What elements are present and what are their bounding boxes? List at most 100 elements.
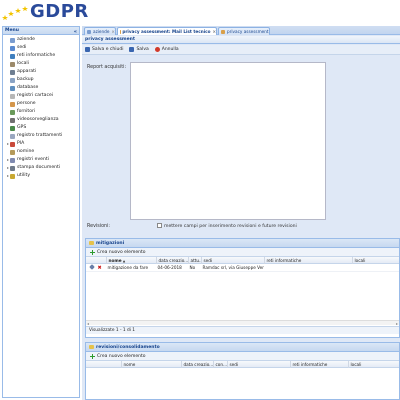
- report-label: Report acquisiti:: [87, 65, 127, 70]
- column-header-nome[interactable]: nome ▲: [106, 257, 156, 264]
- sidebar-item-aziende[interactable]: aziende: [3, 36, 79, 44]
- tab-aziende[interactable]: aziende ×: [84, 27, 116, 35]
- supplier-icon: [10, 109, 15, 115]
- sidebar-item-label: locali: [17, 61, 29, 66]
- actions-column-header: [86, 257, 106, 264]
- sidebar-title: Menu «: [3, 27, 79, 35]
- cancel-label: Annulla: [161, 47, 179, 52]
- column-header-data[interactable]: data creazio...: [156, 257, 188, 264]
- save-button[interactable]: Salva: [129, 47, 149, 52]
- sidebar-item-label: aziende: [17, 37, 35, 42]
- form-toolbar: Salva e chiudi Salva Annulla: [82, 45, 400, 55]
- column-header-sedi[interactable]: sedi: [227, 361, 290, 368]
- sidebar-item-label: backup: [17, 77, 34, 82]
- column-header-locali[interactable]: locali: [348, 361, 400, 368]
- pia-icon: [10, 141, 15, 147]
- revisioni-checkbox[interactable]: [157, 223, 162, 228]
- mitigazioni-header: mitigazioni: [86, 239, 399, 248]
- gps-icon: [10, 125, 15, 131]
- revisioni-label: Revisioni:: [87, 224, 110, 229]
- tab-privacy-assessment-mail-list[interactable]: privacy assessment: Mail List tecnico ×: [117, 27, 217, 35]
- tab-label: aziende: [93, 29, 110, 34]
- cancel-button[interactable]: Annulla: [154, 47, 179, 52]
- column-header-nome[interactable]: nome: [121, 361, 181, 368]
- column-header-sedi[interactable]: sedi: [201, 257, 264, 264]
- sidebar-item-label: registro trattamenti: [17, 133, 63, 138]
- sidebar-item-pia[interactable]: ▸ PIA: [3, 140, 79, 148]
- print-icon: [10, 165, 15, 171]
- sidebar-item-label: registri cartacei: [17, 93, 54, 98]
- room-icon: [10, 61, 15, 67]
- column-header-data[interactable]: data creazio...: [181, 361, 213, 368]
- main-content: aziende × privacy assessment: Mail List …: [82, 26, 400, 400]
- column-header-consolidato[interactable]: con...: [213, 361, 227, 368]
- save-label: Salva: [136, 47, 149, 52]
- create-mitigazione-button[interactable]: Crea nuovo elemento: [90, 249, 145, 255]
- sidebar-item-reti-informatiche[interactable]: reti informatiche: [3, 52, 79, 60]
- sidebar-item-label: stampa documenti: [17, 165, 61, 170]
- mitigazioni-title: mitigazioni: [96, 240, 125, 246]
- device-icon: [10, 69, 15, 75]
- sidebar-title-label: Menu: [5, 28, 19, 33]
- sidebar-item-label: reti informatiche: [17, 53, 56, 58]
- sidebar-item-label: GPS: [17, 125, 27, 130]
- sidebar-item-registri-eventi[interactable]: ▸ registri eventi: [3, 156, 79, 164]
- app-logo-text: GDPR: [30, 1, 89, 22]
- table-row[interactable]: ✖ mitigazione da fare 04-06-2018 No Ramd…: [86, 264, 399, 272]
- sidebar-menu-list: aziende sedi reti informatiche locali appara…: [3, 35, 79, 180]
- delete-icon[interactable]: ✖: [96, 264, 104, 272]
- sidebar-item-stampa-documenti[interactable]: ▸ stampa documenti: [3, 164, 79, 172]
- sidebar-item-locali[interactable]: locali: [3, 60, 79, 68]
- tab-label: privacy assessment: Mail List tecnico: [122, 29, 211, 34]
- column-header-locali[interactable]: locali: [352, 257, 400, 264]
- paper-register-icon: [10, 93, 15, 99]
- building-icon: [10, 37, 15, 43]
- mitigazioni-paging-info: Visualizzate 1 - 1 di 1: [86, 326, 399, 334]
- column-header-reti[interactable]: reti informatiche: [290, 361, 348, 368]
- cell-sedi: Ramdac srl, via Giuseppe Ver...: [202, 265, 265, 270]
- horizontal-scrollbar[interactable]: ◂ ▸: [86, 320, 399, 326]
- sidebar-item-gps[interactable]: GPS: [3, 124, 79, 132]
- tab-close-icon[interactable]: ×: [111, 28, 115, 35]
- cancel-icon: [154, 47, 160, 52]
- tab-close-icon[interactable]: ×: [212, 28, 216, 35]
- sidebar-menu: Menu « aziende sedi reti informatiche local…: [2, 26, 80, 398]
- sidebar-item-registro-trattamenti[interactable]: registro trattamenti: [3, 132, 79, 140]
- sidebar-item-apparati[interactable]: apparati: [3, 68, 79, 76]
- revisioni-checkbox-label: mettere campi per inserimento revisioni …: [164, 224, 297, 229]
- edit-icon[interactable]: [88, 264, 96, 272]
- mitigazioni-grid-header: nome ▲ data creazio... attu... sedi reti…: [86, 257, 399, 264]
- app-header: GDPR: [0, 0, 400, 24]
- sidebar-item-persone[interactable]: persone: [3, 100, 79, 108]
- add-icon: [90, 249, 95, 255]
- sidebar-item-label: database: [17, 85, 39, 90]
- building-icon: [87, 29, 91, 34]
- mitigazioni-toolbar: Crea nuovo elemento: [86, 248, 399, 257]
- create-label: Crea nuovo elemento: [97, 353, 146, 359]
- tab-privacy-assessment[interactable]: privacy assessment: [218, 27, 270, 35]
- sidebar-item-sedi[interactable]: sedi: [3, 44, 79, 52]
- person-icon: [10, 101, 15, 107]
- floppy-icon: [85, 47, 90, 52]
- revisioni-toolbar: Crea nuovo elemento: [86, 352, 399, 361]
- column-header-attuata[interactable]: attu...: [188, 257, 201, 264]
- create-revisione-button[interactable]: Crea nuovo elemento: [90, 353, 146, 359]
- collapse-sidebar-icon[interactable]: «: [74, 28, 77, 36]
- sidebar-item-nomine[interactable]: nomine: [3, 148, 79, 156]
- sidebar-item-label: persone: [17, 101, 36, 106]
- eu-stars-logo-icon: [2, 6, 28, 20]
- report-textarea[interactable]: [130, 62, 326, 220]
- sidebar-item-backup[interactable]: backup: [3, 76, 79, 84]
- save-close-button[interactable]: Salva e chiudi: [85, 47, 123, 52]
- revisioni-title: revisioni/consolidamento: [96, 344, 160, 350]
- column-header-reti[interactable]: reti informatiche: [264, 257, 352, 264]
- sidebar-item-fornitori[interactable]: fornitori: [3, 108, 79, 116]
- assessment-icon: [221, 29, 225, 34]
- sidebar-item-videosorveglianza[interactable]: videosorveglianza: [3, 116, 79, 124]
- revisioni-header: revisioni/consolidamento: [86, 343, 399, 352]
- sidebar-item-utility[interactable]: ▸ utility: [3, 172, 79, 180]
- sidebar-item-label: utility: [17, 173, 31, 178]
- sidebar-item-registri-cartacei[interactable]: registri cartacei: [3, 92, 79, 100]
- sidebar-item-label: PIA: [17, 141, 25, 146]
- sidebar-item-database[interactable]: database: [3, 84, 79, 92]
